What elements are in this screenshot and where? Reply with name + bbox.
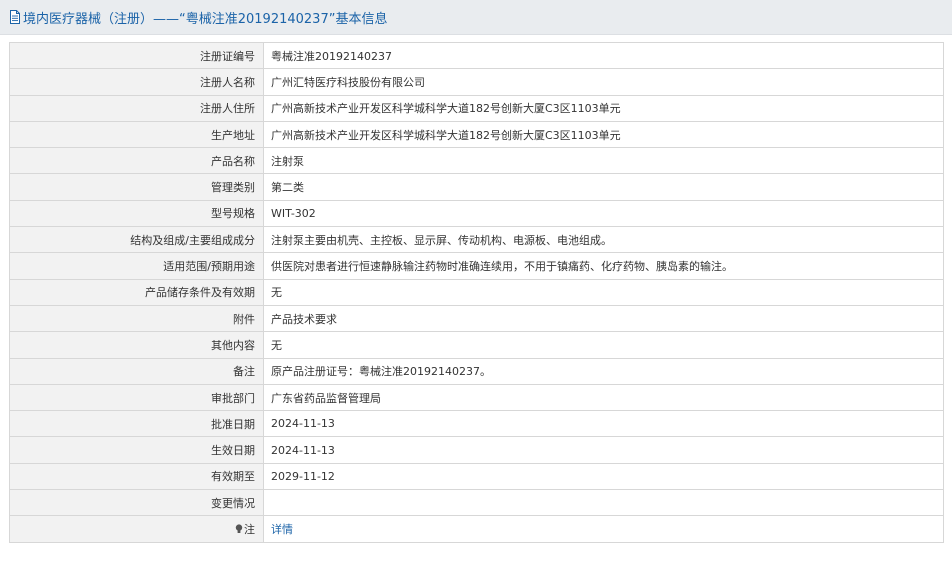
row-value: 无 [263,278,944,306]
row-label: 生效日期 [9,436,264,464]
row-value: WIT-302 [263,199,944,228]
table-row: 审批部门 广东省药品监督管理局 [9,383,944,412]
row-label: 适用范围/预期用途 [9,252,264,280]
page-title: 境内医疗器械（注册）——“粤械注准20192140237”基本信息 [23,11,388,27]
table-row: 有效期至 2029-11-12 [9,462,944,491]
info-table-container: 注册证编号 粤械注准20192140237 注册人名称 广州汇特医疗科技股份有限… [9,41,944,543]
row-value: 2029-11-12 [263,462,944,491]
row-label: 型号规格 [9,199,264,228]
row-value [263,489,944,517]
row-value: 注射泵 [263,147,944,175]
table-row: 产品名称 注射泵 [9,147,944,175]
row-label: 注册证编号 [9,41,264,70]
row-value: 原产品注册证号：粤械注准20192140237。 [263,357,944,385]
table-row: 结构及组成/主要组成成分 注射泵主要由机壳、主控板、显示屏、传动机构、电源板、电… [9,226,944,254]
row-value: 广州汇特医疗科技股份有限公司 [263,68,944,96]
table-row: 生产地址 广州高新技术产业开发区科学城科学大道182号创新大厦C3区1103单元 [9,120,944,149]
table-row: 产品储存条件及有效期 无 [9,278,944,306]
row-value: 第二类 [263,173,944,201]
table-row: 管理类别 第二类 [9,173,944,201]
row-value: 广州高新技术产业开发区科学城科学大道182号创新大厦C3区1103单元 [263,94,944,122]
row-label: 有效期至 [9,462,264,491]
row-label: 备注 [9,357,264,385]
row-label: 审批部门 [9,383,264,412]
table-row: 批准日期 2024-11-13 [9,410,944,438]
bulb-icon [235,524,243,533]
note-value-cell: 详情 [263,515,944,543]
row-label: 生产地址 [9,120,264,149]
row-label: 批准日期 [9,410,264,438]
info-table: 注册证编号 粤械注准20192140237 注册人名称 广州汇特医疗科技股份有限… [9,41,944,543]
row-value: 无 [263,331,944,359]
table-row: 注册证编号 粤械注准20192140237 [9,41,944,70]
table-row: 变更情况 [9,489,944,517]
row-value: 供医院对患者进行恒速静脉输注药物时准确连续用，不用于镇痛药、化疗药物、胰岛素的输… [263,252,944,280]
note-row: 注 详情 [9,515,944,543]
row-value: 广州高新技术产业开发区科学城科学大道182号创新大厦C3区1103单元 [263,120,944,149]
row-label: 变更情况 [9,489,264,517]
table-row: 注册人住所 广州高新技术产业开发区科学城科学大道182号创新大厦C3区1103单… [9,94,944,122]
table-row: 附件 产品技术要求 [9,304,944,333]
row-label: 管理类别 [9,173,264,201]
note-label: 注 [244,522,255,536]
row-value: 粤械注准20192140237 [263,41,944,70]
note-label-cell: 注 [9,515,264,543]
row-label: 产品名称 [9,147,264,175]
table-row: 型号规格 WIT-302 [9,199,944,228]
row-value: 2024-11-13 [263,436,944,464]
table-row: 生效日期 2024-11-13 [9,436,944,464]
table-row: 注册人名称 广州汇特医疗科技股份有限公司 [9,68,944,96]
row-label: 注册人住所 [9,94,264,122]
table-row: 其他内容 无 [9,331,944,359]
row-label: 其他内容 [9,331,264,359]
details-link[interactable]: 详情 [271,523,293,536]
row-label: 结构及组成/主要组成成分 [9,226,264,254]
document-icon [10,10,20,24]
table-row: 备注 原产品注册证号：粤械注准20192140237。 [9,357,944,385]
page-header: 境内医疗器械（注册）——“粤械注准20192140237”基本信息 [0,0,952,35]
table-row: 适用范围/预期用途 供医院对患者进行恒速静脉输注药物时准确连续用，不用于镇痛药、… [9,252,944,280]
row-value: 广东省药品监督管理局 [263,383,944,412]
row-value: 2024-11-13 [263,410,944,438]
row-value: 产品技术要求 [263,304,944,333]
row-value: 注射泵主要由机壳、主控板、显示屏、传动机构、电源板、电池组成。 [263,226,944,254]
row-label: 产品储存条件及有效期 [9,278,264,306]
row-label: 注册人名称 [9,68,264,96]
row-label: 附件 [9,304,264,333]
